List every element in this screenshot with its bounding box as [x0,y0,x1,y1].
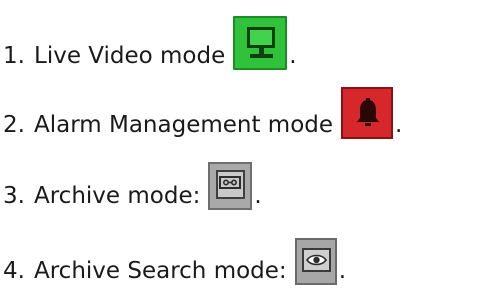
bell-icon[interactable] [341,87,394,139]
eye-icon[interactable] [294,238,337,285]
item-text: Archive Search mode: [34,258,287,284]
item-text: Archive mode: [34,183,201,209]
item-text: Live Video mode [34,43,226,69]
list-item-archive: 3. Archive mode: . [0,162,262,210]
list-item-live-video: 1. Live Video mode . [0,16,297,70]
item-number: 4. [3,258,25,284]
item-suffix: . [395,112,403,138]
item-number: 1. [3,43,25,69]
list-item-archive-search: 4. Archive Search mode: . [0,238,346,285]
cassette-icon[interactable] [208,162,253,210]
monitor-icon[interactable] [233,16,288,70]
list-item-alarm-management: 2. Alarm Management mode . [0,87,402,139]
item-suffix: . [254,183,262,209]
item-suffix: . [289,43,297,69]
item-text: Alarm Management mode [34,112,334,138]
item-number: 3. [3,183,25,209]
item-number: 2. [3,112,25,138]
item-suffix: . [338,258,346,284]
